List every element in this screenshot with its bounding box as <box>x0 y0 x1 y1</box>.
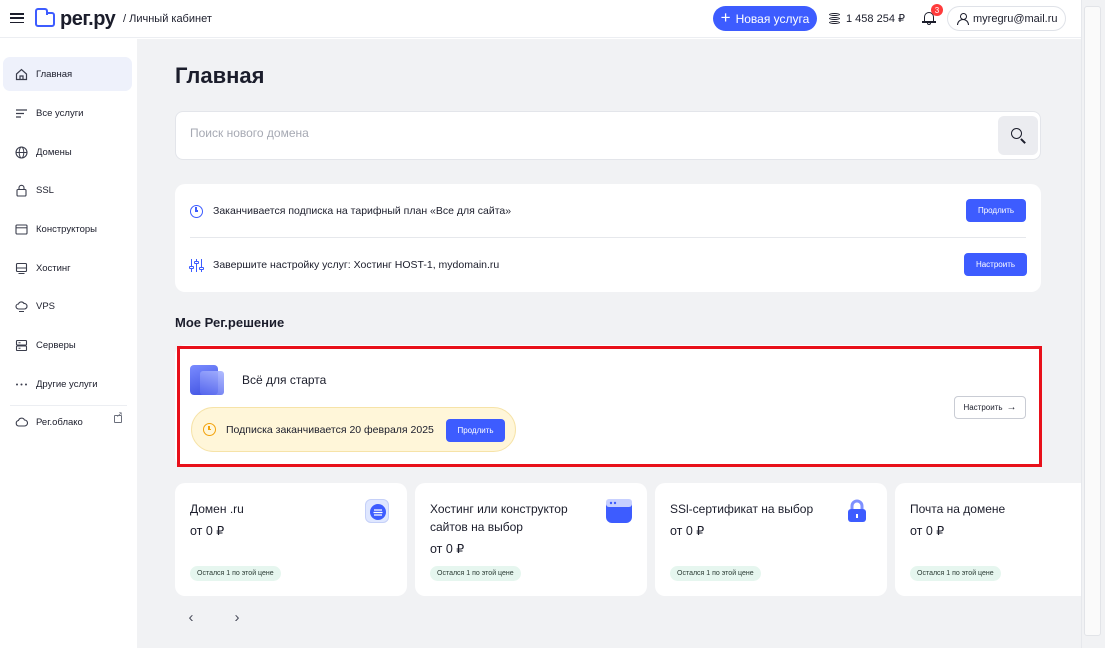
notice-subscription: Заканчивается подписка на тарифный план … <box>190 184 1026 238</box>
offer-badge: Остался 1 по этой цене <box>430 566 521 581</box>
offer-price: от 0 ₽ <box>670 524 705 538</box>
offer-badge: Остался 1 по этой цене <box>190 566 281 581</box>
configure-services-button[interactable]: Настроить <box>964 253 1027 276</box>
offer-badge: Остался 1 по этой цене <box>670 566 761 581</box>
scrollbar-thumb[interactable] <box>1084 6 1101 636</box>
offer-badge: Остался 1 по этой цене <box>910 566 1001 581</box>
new-service-button[interactable]: + Новая услуга <box>713 6 817 31</box>
sidebar-item-label: VPS <box>36 300 56 312</box>
notification-badge: 3 <box>931 4 943 16</box>
logo-folder-icon <box>34 8 55 27</box>
notice-text: Заканчивается подписка на тарифный план … <box>213 205 512 217</box>
sidebar-item-domains[interactable]: Домены <box>3 135 132 169</box>
server-icon <box>14 338 28 352</box>
breadcrumb: / Личный кабинет <box>123 13 212 25</box>
offer-title: Домен .ru <box>190 502 244 516</box>
sidebar-item-ssl[interactable]: SSL <box>3 173 132 207</box>
logo[interactable]: рег.ру <box>34 8 116 31</box>
external-link-icon <box>114 410 123 423</box>
notice-text: Завершите настройку услуг: Хостинг HOST-… <box>213 259 500 271</box>
page-title: Главная <box>175 63 265 88</box>
padlock-icon <box>845 499 869 523</box>
list-icon <box>14 106 28 120</box>
domain-icon <box>365 499 389 523</box>
configure-solution-button[interactable]: Настроить → <box>954 396 1026 419</box>
section-title: Мое Рег.решение <box>175 315 285 330</box>
offer-title: SSl-сертификат на выбор <box>670 502 814 516</box>
search-button[interactable] <box>998 116 1038 155</box>
clock-icon <box>203 423 216 436</box>
website-builder-icon <box>606 499 632 523</box>
sidebar-item-servers[interactable]: Серверы <box>3 328 132 362</box>
main-content: Главная Заканчивается подписка на тарифн… <box>137 39 1081 648</box>
sidebar-item-label: Конструкторы <box>36 223 97 235</box>
sidebar-item-label: Все услуги <box>36 107 84 119</box>
sidebar-item-label: Другие услуги <box>36 378 98 390</box>
plus-icon: + <box>720 8 731 27</box>
menu-icon[interactable] <box>10 11 24 25</box>
notices-panel: Заканчивается подписка на тарифный план … <box>175 184 1041 292</box>
carousel-prev-icon[interactable]: ‹ <box>184 610 198 625</box>
home-icon <box>14 67 28 81</box>
arrow-right-icon: → <box>1006 402 1017 413</box>
offer-card-domain[interactable]: Домен .ru от 0 ₽ Остался 1 по этой цене <box>175 483 407 596</box>
user-email: myregru@mail.ru <box>973 12 1058 25</box>
logo-text: рег.ру <box>60 8 116 30</box>
offer-card-mail[interactable]: Почта на домене от 0 ₽ Остался 1 по этой… <box>895 483 1081 596</box>
clock-icon <box>190 204 203 218</box>
solution-package-icon <box>190 361 226 397</box>
renew-plan-button[interactable]: Продлить <box>966 199 1026 222</box>
configure-label: Настроить <box>963 403 1003 412</box>
sidebar-item-label: Домены <box>36 146 72 158</box>
solution-name: Всё для старта <box>242 373 327 387</box>
sidebar-item-home[interactable]: Главная <box>3 57 132 91</box>
offer-card-ssl[interactable]: SSl-сертификат на выбор от 0 ₽ Остался 1… <box>655 483 887 596</box>
sidebar-item-other-services[interactable]: Другие услуги <box>3 367 132 401</box>
expiry-text: Подписка заканчивается 20 февраля 2025 <box>226 423 434 436</box>
carousel-next-icon[interactable]: › <box>230 610 244 625</box>
sidebar-item-label: SSL <box>36 184 54 196</box>
domain-search <box>175 111 1041 160</box>
top-bar: рег.ру / Личный кабинет + Новая услуга 1… <box>0 0 1081 38</box>
globe-icon <box>14 145 28 159</box>
sidebar-item-label: Хостинг <box>36 262 71 274</box>
offer-price: от 0 ₽ <box>190 524 225 538</box>
renew-solution-button[interactable]: Продлить <box>446 419 505 442</box>
offer-card-hosting[interactable]: Хостинг или конструктор сайтов на выбор … <box>415 483 647 596</box>
coins-icon <box>829 12 841 25</box>
offer-price: от 0 ₽ <box>430 542 465 556</box>
sidebar-item-hosting[interactable]: Хостинг <box>3 251 132 285</box>
cloud-server-icon <box>14 299 28 313</box>
notice-setup: Завершите настройку услуг: Хостинг HOST-… <box>189 238 1027 292</box>
sidebar: Главная Все услуги Домены SSL Конструкто… <box>0 39 137 648</box>
offer-price: от 0 ₽ <box>910 524 945 538</box>
lock-icon <box>14 183 28 197</box>
balance-value: 1 458 254 ₽ <box>846 13 905 25</box>
search-icon <box>1011 128 1022 139</box>
hosting-icon <box>14 261 28 275</box>
offer-title: Хостинг или конструктор сайтов на выбор <box>430 502 568 534</box>
user-icon <box>957 13 969 25</box>
more-icon <box>14 377 28 391</box>
new-service-label: Новая услуга <box>735 11 810 26</box>
sidebar-item-label: Серверы <box>36 339 76 351</box>
domain-search-input[interactable] <box>190 126 970 140</box>
balance[interactable]: 1 458 254 ₽ <box>829 12 905 25</box>
browser-window-icon <box>14 222 28 236</box>
offer-title: Почта на домене <box>910 502 1006 516</box>
cloud-icon <box>14 415 28 429</box>
solution-card: Всё для старта Подписка заканчивается 20… <box>175 345 1041 467</box>
sliders-icon <box>189 258 204 272</box>
sidebar-item-all-services[interactable]: Все услуги <box>3 96 132 130</box>
sidebar-item-vps[interactable]: VPS <box>3 289 132 323</box>
sidebar-item-label: Главная <box>36 68 73 80</box>
sidebar-item-reg-cloud[interactable]: Рег.облако <box>3 405 132 439</box>
sidebar-item-constructors[interactable]: Конструкторы <box>3 212 132 246</box>
sidebar-item-label: Рег.облако <box>36 416 83 428</box>
user-menu-button[interactable]: myregru@mail.ru <box>947 6 1066 31</box>
subscription-expiry-banner: Подписка заканчивается 20 февраля 2025 П… <box>191 407 516 452</box>
